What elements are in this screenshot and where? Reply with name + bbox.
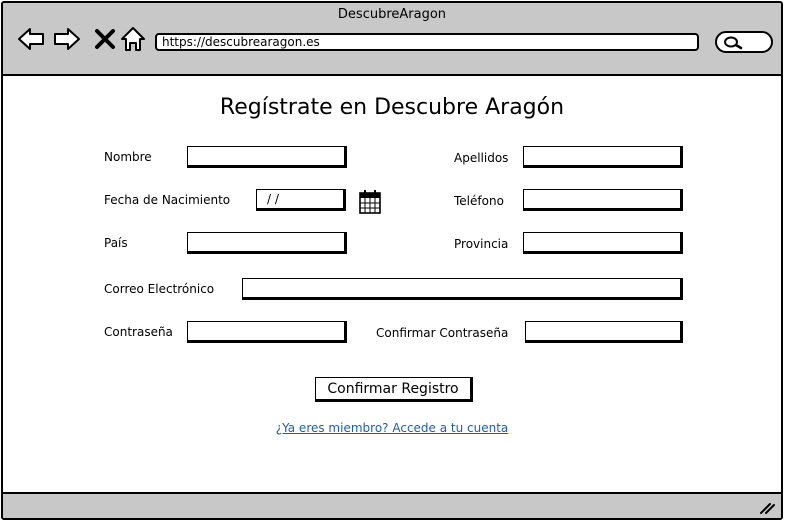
login-link[interactable]: ¿Ya eres miembro? Accede a tu cuenta xyxy=(3,421,781,435)
search-box[interactable] xyxy=(715,31,773,53)
nombre-field[interactable] xyxy=(187,146,347,168)
resize-grip-icon[interactable] xyxy=(759,502,775,514)
fecha-label: Fecha de Nacimiento xyxy=(104,193,231,207)
contrasena-label: Contraseña xyxy=(104,325,173,339)
apellidos-label: Apellidos xyxy=(454,151,509,165)
apellidos-field[interactable] xyxy=(523,146,683,168)
status-bar xyxy=(3,492,781,518)
confirmar-contrasena-field[interactable] xyxy=(525,321,683,343)
search-icon xyxy=(724,36,743,50)
window-title: DescubreAragon xyxy=(337,7,447,22)
nombre-label: Nombre xyxy=(104,150,152,164)
contrasena-field[interactable] xyxy=(187,321,347,343)
correo-label: Correo Electrónico xyxy=(104,282,215,296)
forward-arrow-icon[interactable] xyxy=(53,25,81,53)
confirmar-registro-button[interactable]: Confirmar Registro xyxy=(315,377,473,402)
url-bar[interactable]: https://descubrearagon.es xyxy=(155,33,699,51)
confirmar-label: Confirmar Contraseña xyxy=(376,326,509,340)
browser-window: DescubreAragon https://descubrearagon.es… xyxy=(1,1,783,520)
page-title: Regístrate en Descubre Aragón xyxy=(219,95,565,120)
back-arrow-icon[interactable] xyxy=(17,25,45,53)
pais-label: País xyxy=(104,236,128,250)
home-icon[interactable] xyxy=(119,25,147,53)
telefono-field[interactable] xyxy=(523,189,683,211)
calendar-icon[interactable] xyxy=(358,189,382,215)
pais-field[interactable] xyxy=(187,232,347,254)
provincia-field[interactable] xyxy=(523,232,683,254)
telefono-label: Teléfono xyxy=(454,194,504,208)
title-bar: DescubreAragon https://descubrearagon.es xyxy=(3,3,781,76)
fecha-field[interactable]: / / xyxy=(256,189,346,211)
close-icon[interactable] xyxy=(91,25,119,53)
correo-field[interactable] xyxy=(242,278,683,300)
provincia-label: Provincia xyxy=(454,237,509,251)
